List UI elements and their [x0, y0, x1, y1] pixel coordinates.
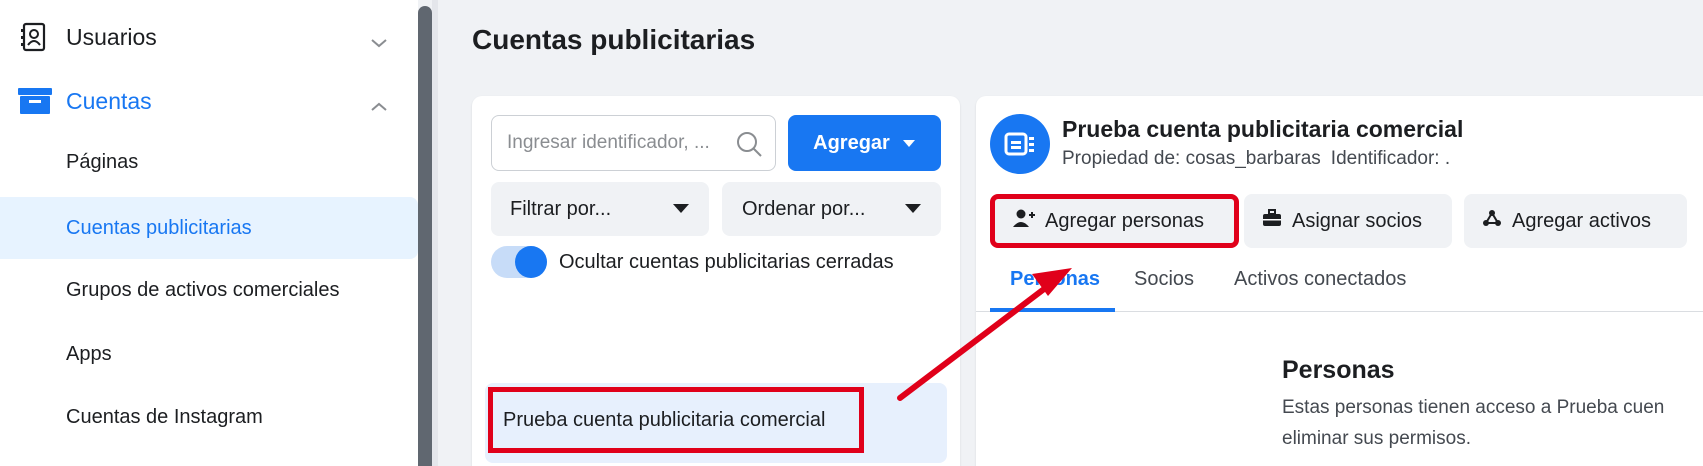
sidebar-item-cuentas-publicitarias[interactable]: Cuentas publicitarias	[0, 197, 418, 259]
assign-partners-button[interactable]: Asignar socios	[1244, 194, 1452, 248]
account-detail-panel: Prueba cuenta publicitaria comercial Pro…	[976, 96, 1703, 466]
add-people-label: Agregar personas	[1045, 209, 1204, 232]
tab-activos-conectados[interactable]: Activos conectados	[1234, 266, 1406, 312]
section-description-line: Estas personas tienen acceso a Prueba cu…	[1282, 397, 1665, 418]
caret-down-icon	[905, 204, 921, 213]
assign-partners-label: Asignar socios	[1292, 209, 1423, 232]
tab-label: Socios	[1134, 268, 1195, 290]
add-assets-button[interactable]: Agregar activos	[1464, 194, 1687, 248]
sidebar-item-usuarios[interactable]: Usuarios	[0, 6, 418, 68]
section-description: Estas personas tienen acceso a Prueba cu…	[1282, 392, 1703, 454]
tab-label: Personas	[1010, 268, 1101, 290]
tab-label: Activos conectados	[1234, 268, 1407, 290]
sidebar-item-cuentas-instagram[interactable]: Cuentas de Instagram	[0, 386, 418, 448]
sidebar-item-label: Grupos de activos comerciales	[66, 278, 340, 301]
sort-label: Ordenar por...	[742, 197, 866, 220]
account-name: Prueba cuenta publicitaria comercial	[488, 387, 864, 453]
account-meta: Propiedad de: cosas_barbaras Identificado…	[1062, 148, 1450, 170]
chevron-up-icon[interactable]	[370, 92, 388, 119]
sidebar-item-label: Cuentas de Instagram	[66, 405, 263, 428]
sidebar-scrollbar[interactable]	[418, 6, 432, 466]
search-icon[interactable]	[735, 130, 763, 164]
divider	[432, 0, 438, 466]
sidebar-item-apps[interactable]: Apps	[0, 323, 418, 385]
archive-icon	[18, 84, 52, 118]
tab-personas[interactable]: Personas	[990, 266, 1115, 312]
sidebar-item-label: Cuentas publicitarias	[66, 216, 252, 239]
accounts-list-panel: Agregar Filtrar por... Ordenar por... Oc…	[472, 96, 960, 466]
sidebar-item-label: Cuentas	[66, 87, 152, 114]
users-icon	[18, 20, 52, 54]
ad-account-icon	[990, 114, 1050, 174]
add-person-icon	[1013, 208, 1035, 234]
sidebar-item-grupos-activos[interactable]: Grupos de activos comerciales	[0, 259, 418, 321]
account-title: Prueba cuenta publicitaria comercial	[1062, 116, 1464, 142]
sidebar-item-paginas[interactable]: Páginas	[0, 131, 418, 193]
add-assets-label: Agregar activos	[1512, 209, 1651, 232]
filter-label: Filtrar por...	[510, 197, 612, 220]
add-button[interactable]: Agregar	[788, 115, 941, 171]
assets-icon	[1482, 209, 1502, 233]
account-owner: Propiedad de: cosas_barbaras	[1062, 148, 1321, 169]
chevron-down-icon[interactable]	[370, 28, 388, 55]
search-field[interactable]	[491, 115, 776, 171]
sidebar-item-label: Usuarios	[66, 23, 157, 50]
sidebar-item-label: Páginas	[66, 150, 139, 173]
caret-down-icon	[902, 132, 916, 155]
caret-down-icon	[673, 204, 689, 213]
sidebar: Usuarios Cuentas Páginas Cuentas publici…	[0, 0, 418, 466]
sidebar-item-cuentas[interactable]: Cuentas	[0, 70, 418, 132]
sort-dropdown[interactable]: Ordenar por...	[722, 182, 941, 236]
hide-closed-toggle-row: Ocultar cuentas publicitarias cerradas	[491, 246, 894, 278]
hide-closed-toggle[interactable]	[491, 246, 547, 278]
list-item[interactable]: Prueba cuenta publicitaria comercial	[485, 383, 947, 463]
page-title: Cuentas publicitarias	[472, 24, 756, 55]
section-description-line: eliminar sus permisos.	[1282, 428, 1471, 449]
account-identifier: Identificador: .	[1330, 148, 1451, 169]
search-input[interactable]	[507, 132, 737, 154]
briefcase-icon	[1262, 209, 1282, 233]
add-people-button[interactable]: Agregar personas	[990, 194, 1239, 248]
sidebar-item-label: Apps	[66, 342, 112, 365]
filter-dropdown[interactable]: Filtrar por...	[491, 182, 709, 236]
tab-socios[interactable]: Socios	[1134, 266, 1194, 312]
detail-tabs: Personas Socios Activos conectados	[976, 266, 1703, 312]
add-button-label: Agregar	[813, 131, 890, 154]
section-title: Personas	[1282, 356, 1395, 384]
toggle-label: Ocultar cuentas publicitarias cerradas	[559, 250, 894, 273]
